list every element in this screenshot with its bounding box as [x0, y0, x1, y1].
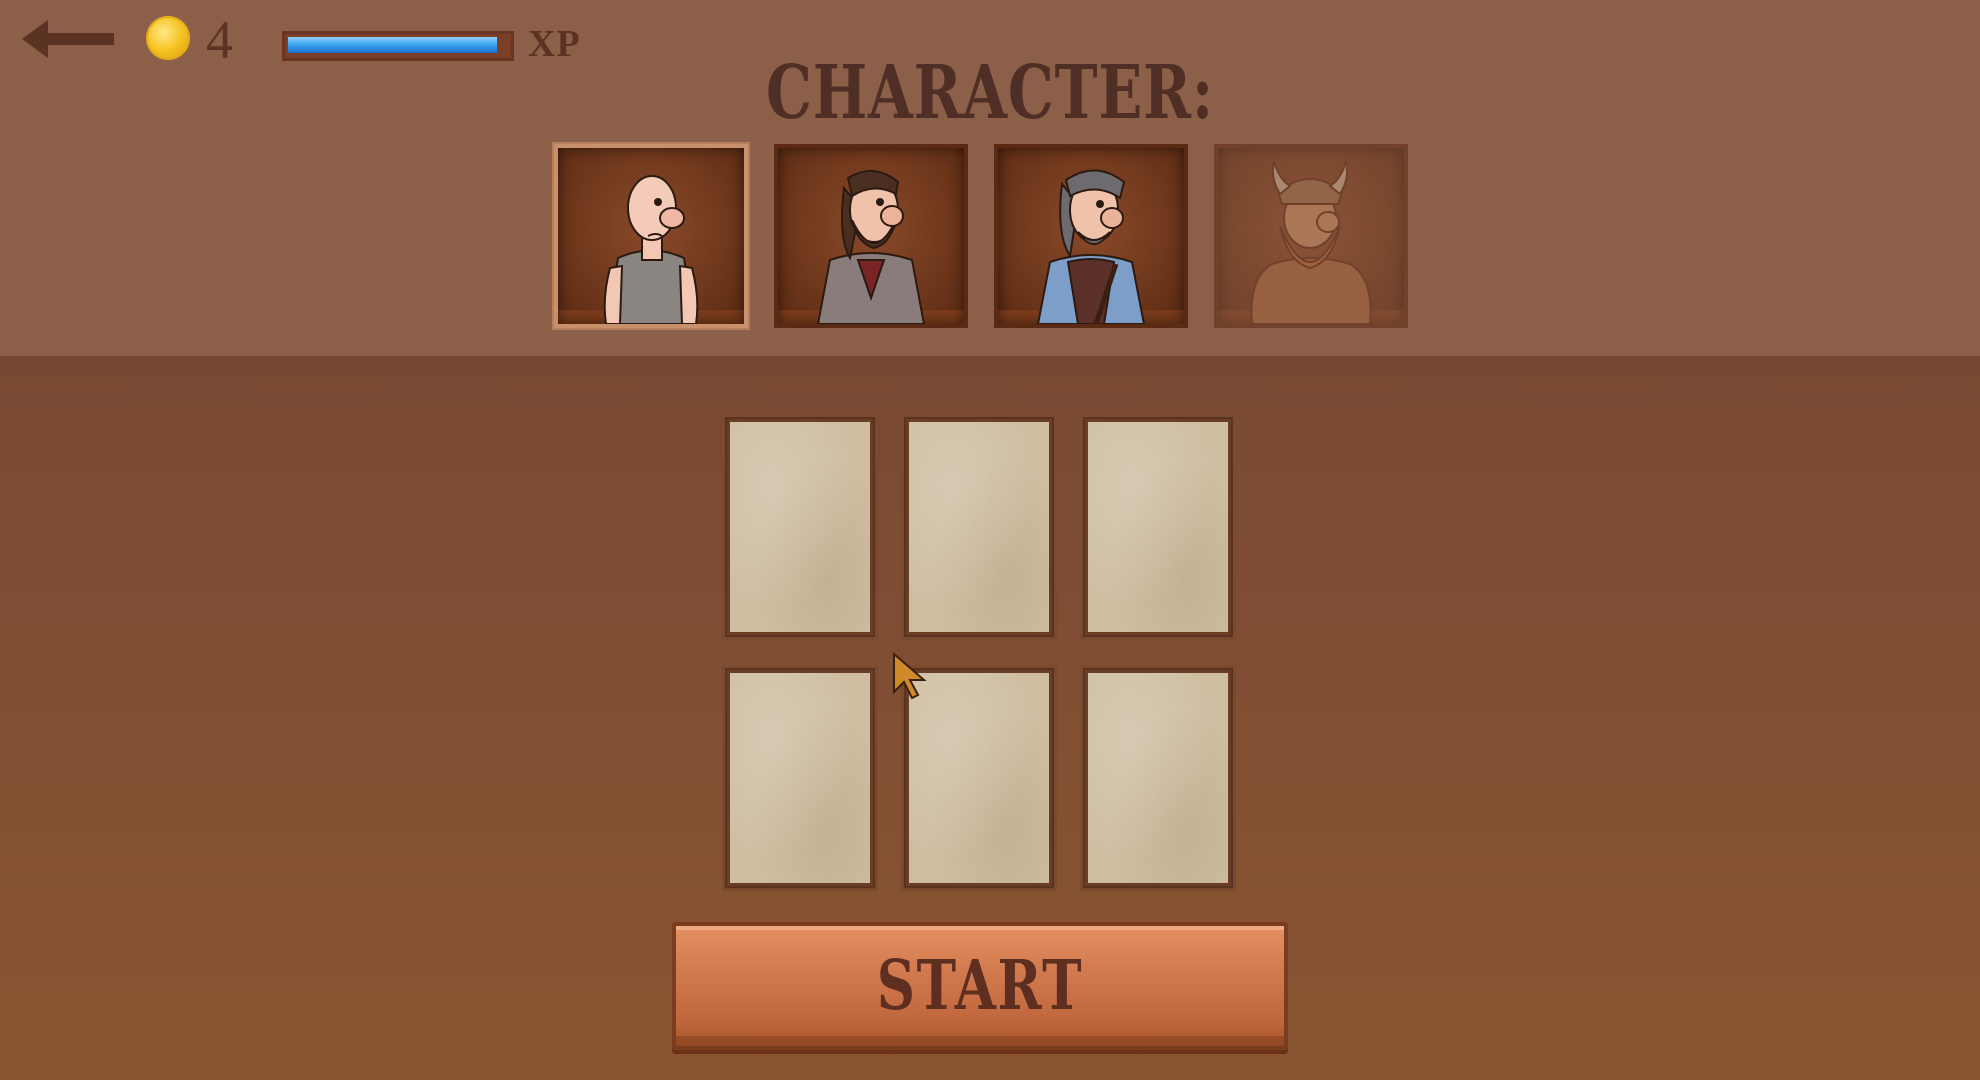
start-button[interactable]: START: [672, 922, 1288, 1050]
card-slot-paper: [909, 422, 1049, 632]
card-slot-4[interactable]: [722, 665, 878, 891]
bearded-man-portrait-icon: [816, 170, 926, 324]
card-slot-paper: [1088, 673, 1228, 883]
viking-portrait-icon: [1250, 158, 1372, 324]
bald-man-portrait-icon: [603, 175, 699, 324]
arrow-left-icon: [22, 20, 114, 58]
start-button-label: START: [876, 946, 1084, 1026]
card-slot-1[interactable]: [722, 414, 878, 640]
card-slot-paper: [1088, 422, 1228, 632]
card-slot-paper: [909, 673, 1049, 883]
page-title: CHARACTER:: [766, 50, 1214, 136]
mouse-cursor-icon: [893, 652, 927, 700]
character-portrait-grey-haired-man[interactable]: [994, 144, 1188, 328]
card-slot-3[interactable]: [1080, 414, 1236, 640]
card-slot-2[interactable]: [901, 414, 1057, 640]
character-portrait-bald-man[interactable]: [554, 144, 748, 328]
character-portrait-bearded-man[interactable]: [774, 144, 968, 328]
card-slot-6[interactable]: [1080, 665, 1236, 891]
grey-haired-man-portrait-icon: [1036, 169, 1146, 324]
character-portrait-viking[interactable]: [1214, 144, 1408, 328]
gold-coin-icon: [146, 16, 190, 60]
card-slot-paper: [730, 422, 870, 632]
card-slot-paper: [730, 673, 870, 883]
back-button[interactable]: [18, 14, 118, 64]
